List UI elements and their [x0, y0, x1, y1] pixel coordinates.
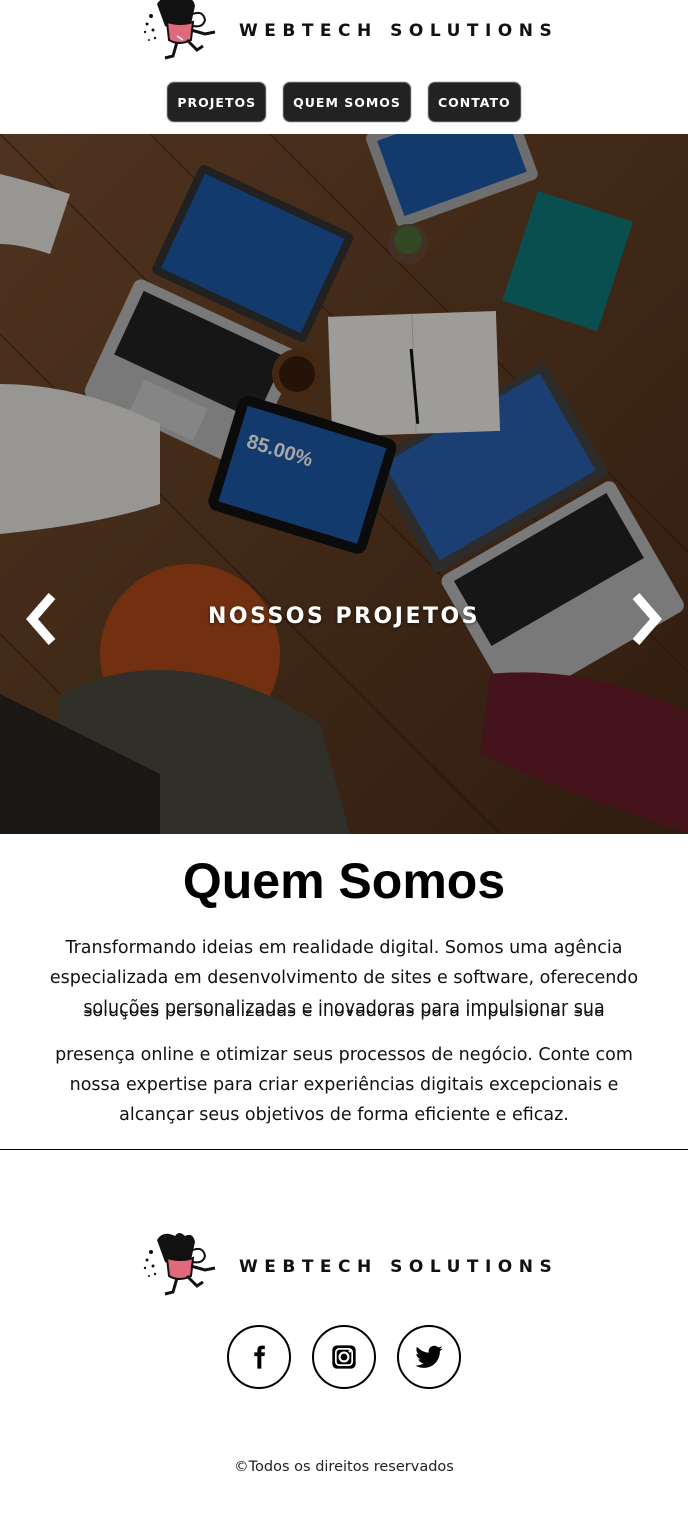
nav-quem-somos-button[interactable]: QUEM SOMOS: [283, 82, 411, 122]
brand-name: WEBTECH SOLUTIONS: [239, 21, 559, 41]
about-line: especializada em desenvolvimento de site…: [49, 968, 639, 988]
social-links: [0, 1325, 688, 1389]
facebook-icon: [254, 1345, 265, 1369]
section-divider: [0, 1149, 688, 1150]
about-line: Transformando ideias em realidade digita…: [65, 938, 623, 958]
footer-logo[interactable]: WEBTECH SOLUTIONS: [137, 1232, 558, 1302]
about-line: nossa expertise para criar experiências …: [69, 1075, 619, 1095]
instagram-button[interactable]: [312, 1325, 376, 1389]
about-title: Quem Somos: [182, 853, 506, 909]
header-logo[interactable]: WEBTECH SOLUTIONS: [137, 0, 558, 66]
hero-carousel: 85.00% NOSSOS PROJETOS: [0, 134, 688, 834]
about-line: alcançar seus objetivos de forma eficien…: [119, 1105, 569, 1125]
chevron-right-icon[interactable]: [624, 592, 664, 646]
instagram-icon: [332, 1345, 356, 1369]
running-coffee-cup-mascot-icon: [143, 1233, 216, 1296]
twitter-button[interactable]: [397, 1325, 461, 1389]
copyright-text: ©Todos os direitos reservados: [234, 1459, 454, 1475]
main-nav: PROJETOS QUEM SOMOS CONTATO: [0, 82, 688, 122]
site-header: WEBTECH SOLUTIONS PROJETOS QUEM SOMOS CO…: [0, 0, 688, 134]
nav-projetos-button[interactable]: PROJETOS: [167, 82, 267, 122]
about-line: presença online e otimizar seus processo…: [55, 1045, 633, 1065]
chevron-left-icon[interactable]: [24, 592, 64, 646]
facebook-button[interactable]: [227, 1325, 291, 1389]
hero-title: NOSSOS PROJETOS: [207, 604, 481, 629]
running-coffee-cup-mascot-icon: [143, 0, 216, 60]
nav-contato-button[interactable]: CONTATO: [427, 82, 521, 122]
about-text-continued: presença online e otimizar seus processo…: [24, 1040, 664, 1130]
twitter-icon: [415, 1345, 443, 1368]
about-line: soluções personalizadas e inovadoras par…: [83, 1010, 605, 1021]
about-overlap-line: soluções personalizadas e inovadoras par…: [24, 1010, 664, 1038]
footer-brand-name: WEBTECH SOLUTIONS: [239, 1257, 559, 1277]
hero-photo: 85.00%: [0, 134, 688, 834]
